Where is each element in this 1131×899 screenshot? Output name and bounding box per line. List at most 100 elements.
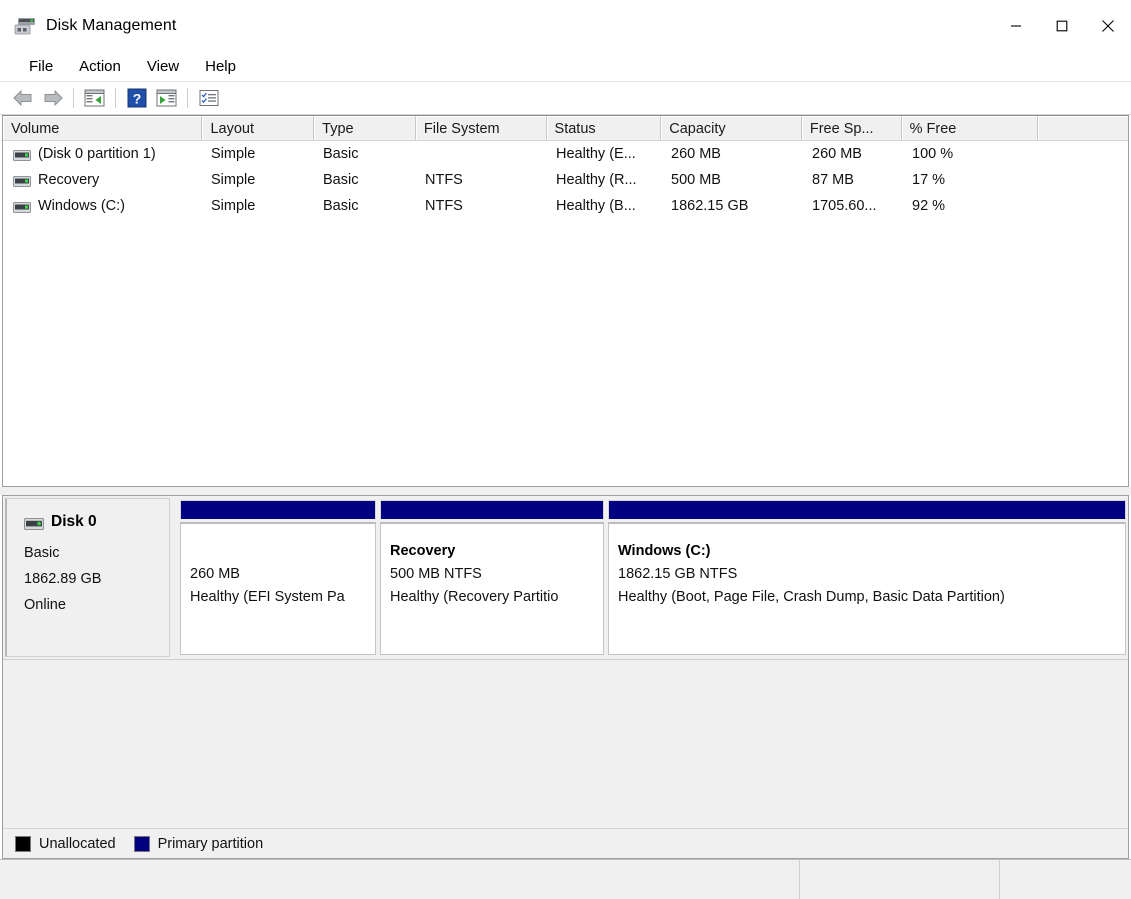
table-row[interactable]: Recovery Simple Basic NTFS Healthy (R...…	[3, 167, 1128, 193]
volume-name: Windows (C:)	[38, 198, 126, 214]
percent-free-cell: 92 %	[912, 198, 946, 214]
legend-label-unallocated: Unallocated	[39, 835, 116, 852]
status-cell: Healthy (B...	[556, 198, 636, 214]
forward-button[interactable]	[38, 85, 67, 111]
back-button[interactable]	[8, 85, 37, 111]
maximize-button[interactable]	[1039, 0, 1085, 52]
percent-free-cell: 17 %	[912, 172, 946, 188]
column-header-file-system[interactable]: File System	[415, 116, 547, 140]
disk-management-window: Disk Management File Action View Help ? …	[0, 0, 1131, 899]
partition-label-placeholder	[190, 540, 375, 563]
volume-list[interactable]: Volume Layout Type File System Status Ca…	[2, 115, 1129, 487]
drive-icon	[13, 175, 31, 187]
status-bar	[0, 859, 1131, 899]
forward-arrow-icon	[44, 89, 63, 107]
free-space-cell: 260 MB	[812, 146, 862, 162]
column-header-type[interactable]: Type	[314, 116, 416, 140]
menu-item-action[interactable]: Action	[68, 55, 132, 78]
partition-details: Recovery 500 MB NTFS Healthy (Recovery P…	[380, 522, 604, 655]
volume-list-header: Volume Layout Type File System Status Ca…	[3, 116, 1128, 141]
legend-item-unallocated: Unallocated	[15, 835, 116, 852]
menu-bar: File Action View Help	[0, 52, 1131, 82]
table-row[interactable]: (Disk 0 partition 1) Simple Basic Health…	[3, 141, 1128, 167]
legend-item-primary-partition: Primary partition	[133, 835, 264, 852]
partition-recovery[interactable]: Recovery 500 MB NTFS Healthy (Recovery P…	[380, 500, 604, 655]
legend: Unallocated Primary partition	[3, 828, 1128, 858]
status-segment-main	[0, 860, 800, 899]
status-cell: Healthy (R...	[556, 172, 637, 188]
column-header-capacity[interactable]: Capacity	[661, 116, 802, 140]
partition-size: 1862.15 GB NTFS	[618, 566, 738, 582]
partition-size: 500 MB NTFS	[390, 566, 482, 582]
column-header-layout[interactable]: Layout	[202, 116, 315, 140]
partition-label: Recovery	[390, 543, 456, 559]
disk-info-panel[interactable]: Disk 0 Basic 1862.89 GB Online	[5, 498, 170, 657]
partition-color-bar	[608, 500, 1126, 519]
file-system-cell: NTFS	[425, 172, 463, 188]
show-hide-console-tree-icon	[84, 89, 105, 107]
legend-label-primary-partition: Primary partition	[157, 835, 264, 852]
capacity-cell: 500 MB	[671, 172, 721, 188]
disk-name: Disk 0	[51, 513, 97, 530]
volume-cell: Windows (C:)	[3, 198, 203, 214]
close-icon	[1102, 20, 1114, 32]
disk-size: 1862.89 GB	[24, 571, 102, 587]
disk-management-icon	[14, 17, 36, 35]
volume-cell: Recovery	[3, 172, 203, 188]
graphical-disk-view: Disk 0 Basic 1862.89 GB Online 260 MB He…	[2, 495, 1129, 859]
column-header-blank[interactable]	[1038, 116, 1128, 140]
layout-cell: Simple	[211, 146, 256, 162]
graphical-view-empty-area	[3, 659, 1128, 828]
status-segment-three	[1000, 860, 1131, 899]
drive-icon	[13, 201, 31, 213]
close-button[interactable]	[1085, 0, 1131, 52]
volume-cell: (Disk 0 partition 1)	[3, 146, 203, 162]
toolbar: ?	[0, 82, 1131, 115]
disk-row-disk0[interactable]: Disk 0 Basic 1862.89 GB Online 260 MB He…	[3, 496, 1128, 659]
partition-color-bar	[180, 500, 376, 519]
volume-list-rows: (Disk 0 partition 1) Simple Basic Health…	[3, 141, 1128, 219]
disk-title: Disk 0	[24, 513, 169, 531]
partition-windows-c[interactable]: Windows (C:) 1862.15 GB NTFS Healthy (Bo…	[608, 500, 1126, 655]
volume-name: (Disk 0 partition 1)	[38, 146, 156, 162]
menu-item-view[interactable]: View	[136, 55, 190, 78]
column-header-free-space[interactable]: Free Sp...	[801, 116, 902, 140]
partition-details: 260 MB Healthy (EFI System Pa	[180, 522, 376, 655]
show-hide-action-pane-button[interactable]	[152, 85, 181, 111]
drive-icon	[24, 517, 44, 530]
toolbar-separator-1	[73, 88, 74, 108]
menu-item-help[interactable]: Help	[194, 55, 247, 78]
back-arrow-icon	[12, 89, 31, 107]
capacity-cell: 1862.15 GB	[671, 198, 749, 214]
menu-item-file[interactable]: File	[18, 55, 64, 78]
type-cell: Basic	[323, 146, 359, 162]
capacity-cell: 260 MB	[671, 146, 721, 162]
drive-icon	[13, 149, 31, 161]
minimize-icon	[1011, 25, 1021, 27]
legend-swatch-primary-partition	[133, 835, 150, 852]
type-cell: Basic	[323, 198, 359, 214]
status-segment-two	[800, 860, 1000, 899]
disk-type: Basic	[24, 545, 60, 561]
layout-cell: Simple	[211, 198, 256, 214]
help-button[interactable]: ?	[122, 85, 151, 111]
partition-color-bar	[380, 500, 604, 519]
title-bar-left: Disk Management	[0, 17, 176, 35]
column-header-percent-free[interactable]: % Free	[901, 116, 1039, 140]
show-hide-action-pane-icon	[156, 89, 177, 107]
file-system-cell: NTFS	[425, 198, 463, 214]
partition-label: Windows (C:)	[618, 543, 711, 559]
pane-splitter[interactable]	[0, 487, 1131, 495]
show-hide-console-tree-button[interactable]	[80, 85, 109, 111]
column-header-status[interactable]: Status	[546, 116, 662, 140]
type-cell: Basic	[323, 172, 359, 188]
column-header-volume[interactable]: Volume	[3, 116, 203, 140]
minimize-button[interactable]	[993, 0, 1039, 52]
toolbar-separator-2	[115, 88, 116, 108]
partition-size: 260 MB	[190, 566, 240, 582]
svg-text:?: ?	[132, 91, 141, 107]
free-space-cell: 87 MB	[812, 172, 854, 188]
properties-button[interactable]	[194, 85, 223, 111]
table-row[interactable]: Windows (C:) Simple Basic NTFS Healthy (…	[3, 193, 1128, 219]
partition-efi[interactable]: 260 MB Healthy (EFI System Pa	[180, 500, 376, 655]
